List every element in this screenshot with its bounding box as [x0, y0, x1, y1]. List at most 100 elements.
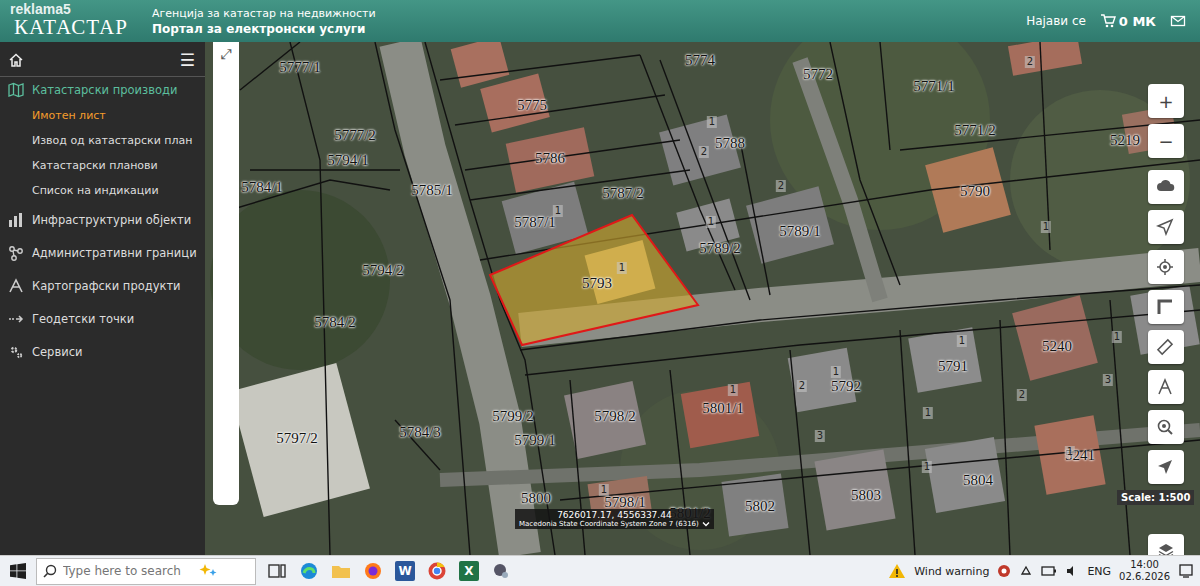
- map[interactable]: 5777/1 5777/2 5794/1 5784/1 5785/1 5794/2 5784…: [205, 42, 1200, 555]
- map-tool-button[interactable]: [1148, 450, 1184, 484]
- parcel-label[interactable]: 5777/2: [334, 127, 376, 144]
- tray-app-icon[interactable]: [997, 564, 1011, 578]
- expand-button[interactable]: ⤢: [221, 46, 232, 505]
- parcel-label[interactable]: 5240: [1042, 338, 1072, 355]
- sidebar-subitem[interactable]: Имотен лист: [0, 103, 205, 128]
- excel-icon: X: [459, 561, 479, 581]
- sidebar-label: Сервиси: [32, 345, 82, 359]
- parcel-label[interactable]: 5785/1: [411, 182, 453, 199]
- map-tool-button[interactable]: [1148, 290, 1184, 324]
- parcel-label[interactable]: 5787/1: [514, 214, 556, 231]
- taskbar-app[interactable]: W: [394, 560, 416, 582]
- windows-start-icon[interactable]: [10, 563, 26, 579]
- map-tool-button[interactable]: [1148, 170, 1184, 204]
- scale-label: Scale: 1:500: [1117, 490, 1194, 505]
- parcel-label[interactable]: 5799/2: [492, 408, 534, 425]
- map-tool-button[interactable]: [1148, 330, 1184, 364]
- taskbar-app[interactable]: [330, 560, 352, 582]
- battery-icon[interactable]: [1041, 564, 1057, 578]
- watermark: reklama5: [10, 1, 71, 17]
- dropdown-arrow-icon[interactable]: [702, 520, 710, 528]
- weather-alert[interactable]: Wind warning: [914, 565, 989, 578]
- parcel-label[interactable]: 5787/2: [602, 185, 644, 202]
- building-number: 2: [776, 180, 786, 192]
- sidebar-item[interactable]: Геодетски точки: [0, 302, 205, 335]
- map-tool-button[interactable]: [1148, 250, 1184, 284]
- notifications-icon[interactable]: [1178, 563, 1194, 579]
- cart-total: 0 МК: [1119, 14, 1156, 29]
- parcel-label[interactable]: 5794/1: [327, 152, 369, 169]
- cloud-icon: [1156, 178, 1176, 196]
- cart[interactable]: 0 МК: [1100, 13, 1156, 29]
- map-tool-button[interactable]: [1148, 210, 1184, 244]
- zoom-out-button[interactable]: −: [1148, 124, 1184, 158]
- parcel-label[interactable]: 5790: [960, 183, 990, 200]
- parcel-label[interactable]: 5802: [745, 498, 775, 515]
- map-imagery: [205, 42, 1200, 555]
- taskbar-app[interactable]: X: [458, 560, 480, 582]
- clock[interactable]: 14:0002.6.2026: [1119, 559, 1170, 583]
- parcel-label[interactable]: 5771/2: [954, 122, 996, 139]
- parcel-label[interactable]: 5789/1: [779, 223, 821, 240]
- parcel-label[interactable]: 5793: [582, 275, 612, 292]
- crs-select[interactable]: Macedonia State Coordinate System Zone 7…: [519, 520, 710, 528]
- cart-icon[interactable]: [1100, 13, 1116, 29]
- parcel-label[interactable]: 5786: [535, 150, 565, 167]
- sidebar-item[interactable]: Катастарски производи: [0, 77, 205, 103]
- sidebar-subitem[interactable]: Катастарски планови: [0, 153, 205, 178]
- sidebar-item[interactable]: Картографски продукти: [0, 269, 205, 302]
- layers-button[interactable]: [1148, 534, 1184, 555]
- parcel-label[interactable]: 5798/2: [594, 408, 636, 425]
- parcel-label[interactable]: 5791: [938, 358, 968, 375]
- parcel-label[interactable]: 5804: [963, 472, 993, 489]
- taskbar-app[interactable]: [266, 560, 288, 582]
- parcel-label[interactable]: 5772: [803, 66, 833, 83]
- parcel-label[interactable]: 5219: [1110, 132, 1140, 149]
- chevron-up-icon[interactable]: [1019, 564, 1033, 578]
- parcel-label[interactable]: 5784/2: [314, 314, 356, 331]
- login-link[interactable]: Најави се: [1026, 14, 1086, 28]
- parcel-label[interactable]: 5798/1: [604, 494, 646, 511]
- zoom-in-button[interactable]: +: [1148, 84, 1184, 118]
- sidebar-item[interactable]: Административни граници: [0, 236, 205, 269]
- parcel-label[interactable]: 5788: [715, 135, 745, 152]
- map-tool-button[interactable]: [1148, 410, 1184, 444]
- parcel-label[interactable]: 5784/3: [399, 424, 441, 441]
- parcel-label[interactable]: 5794/2: [362, 262, 404, 279]
- mail-icon[interactable]: [1170, 13, 1186, 29]
- parcel-label[interactable]: 5801/1: [702, 400, 744, 417]
- parcel-label[interactable]: 5777/1: [279, 59, 321, 76]
- parcel-label[interactable]: 5800: [521, 490, 551, 507]
- parcel-label[interactable]: 5775: [517, 97, 547, 114]
- corner-icon: [1156, 298, 1176, 316]
- taskbar-app[interactable]: [298, 560, 320, 582]
- side-panel-handle[interactable]: ⤢: [213, 42, 239, 505]
- menu-toggle[interactable]: ☰: [180, 50, 195, 70]
- sidebar-item[interactable]: Инфраструктурни објекти: [0, 203, 205, 236]
- logo[interactable]: КАТАСТАРreklama5: [8, 0, 138, 42]
- selected-parcel[interactable]: [490, 215, 698, 345]
- parcel-label[interactable]: 5803: [851, 487, 881, 504]
- parcel-label[interactable]: 5799/1: [514, 432, 556, 449]
- sidebar-subitem[interactable]: Список на индикации: [0, 178, 205, 203]
- parcel-label[interactable]: 5789/2: [699, 240, 741, 257]
- taskbar-app[interactable]: [362, 560, 384, 582]
- volume-icon[interactable]: [1065, 564, 1079, 578]
- parcel-label[interactable]: 5784/1: [241, 179, 283, 196]
- building-number: 2: [1017, 389, 1027, 401]
- subitem-label: Имотен лист: [32, 109, 106, 122]
- taskbar-app[interactable]: [490, 560, 512, 582]
- taskbar-search[interactable]: [36, 558, 256, 585]
- sidebar-subitem[interactable]: Извод од катастарски план: [0, 128, 205, 153]
- taskbar-app[interactable]: [426, 560, 448, 582]
- parcel-label[interactable]: 5771/1: [913, 78, 955, 95]
- parcel-label[interactable]: 5774: [685, 52, 715, 69]
- sidebar-item[interactable]: Сервиси: [0, 335, 205, 368]
- parcel-label[interactable]: 5797/2: [276, 430, 318, 447]
- search-input[interactable]: [63, 564, 193, 578]
- parcel-label[interactable]: 5792: [831, 378, 861, 395]
- map-tool-button[interactable]: [1148, 370, 1184, 404]
- language-indicator[interactable]: ENG: [1087, 565, 1111, 578]
- building-number: 3: [815, 430, 825, 442]
- home-icon[interactable]: [8, 52, 24, 68]
